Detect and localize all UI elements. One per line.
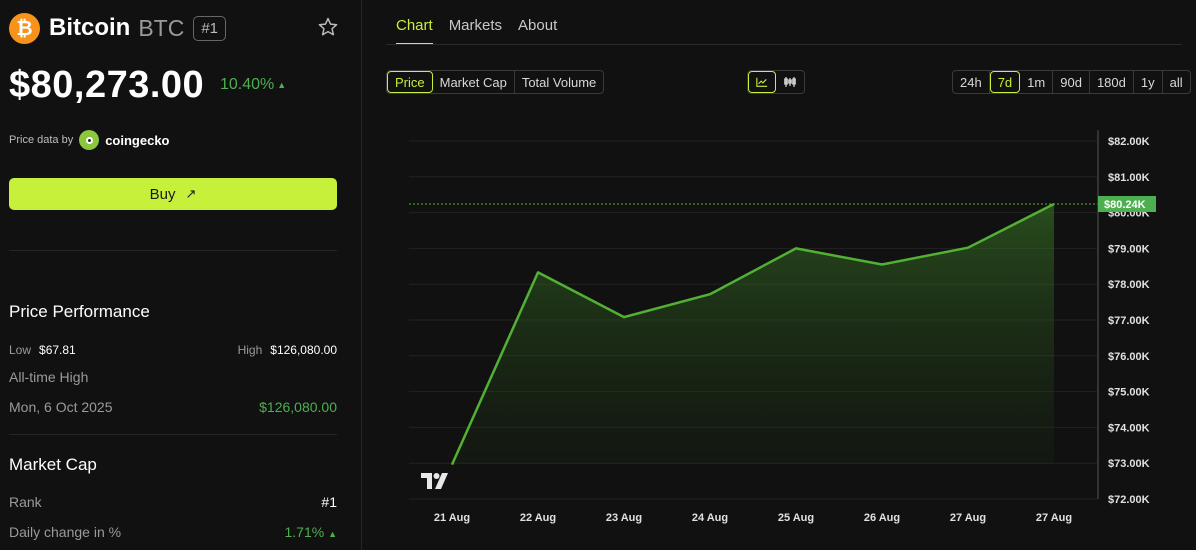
rank-badge: #1 <box>193 15 227 41</box>
range-180d[interactable]: 180d <box>1090 71 1134 93</box>
price-area-fill <box>452 204 1054 465</box>
tabs-underline <box>386 44 1182 45</box>
range-7d[interactable]: 7d <box>989 71 1021 93</box>
ath-row: All-time High <box>9 369 337 385</box>
market-cap-title: Market Cap <box>9 455 97 474</box>
coin-info-panel: ₿ Bitcoin BTC #1 $80,273.00 10.40% ▲ Pric… <box>0 0 362 550</box>
tradingview-logo-icon <box>421 472 453 495</box>
daily-change-number: 1.71% <box>284 524 325 540</box>
range-all[interactable]: all <box>1163 71 1190 93</box>
candlestick-chart-icon[interactable] <box>776 71 804 93</box>
x-tick-label: 21 Aug <box>434 512 470 524</box>
metric-market-cap[interactable]: Market Cap <box>433 71 515 93</box>
range-90d[interactable]: 90d <box>1053 71 1090 93</box>
metric-selector: Price Market Cap Total Volume <box>386 70 605 94</box>
tab-about[interactable]: About <box>518 17 557 45</box>
low-value: $67.81 <box>39 343 76 357</box>
chart-tabs: Chart Markets About <box>396 17 573 45</box>
range-1m[interactable]: 1m <box>1020 71 1054 93</box>
price-data-source: Price data by coingecko <box>9 130 170 150</box>
price-chart[interactable]: $82.00K$81.00K$80.00K$79.00K$78.00K$77.0… <box>409 120 1196 550</box>
y-tick-label: $76.00K <box>1108 351 1150 363</box>
price-change: 10.40% ▲ <box>220 76 286 94</box>
ath-value: $126,080.00 <box>259 399 337 415</box>
up-arrow-icon: ▲ <box>277 80 287 90</box>
current-price: $80,273.00 <box>9 64 205 106</box>
x-tick-label: 24 Aug <box>692 512 728 524</box>
y-tick-label: $73.00K <box>1108 458 1150 470</box>
chart-type-selector <box>747 70 805 94</box>
y-tick-label: $72.00K <box>1108 494 1150 506</box>
metric-price[interactable]: Price <box>387 71 433 93</box>
coingecko-logo-icon <box>79 130 100 150</box>
rank-value: #1 <box>321 494 337 510</box>
current-price-tag-label: $80.24K <box>1104 199 1146 211</box>
divider <box>9 250 337 251</box>
daily-change-value: 1.71% ▲ <box>284 524 337 540</box>
up-arrow-icon: ▲ <box>328 529 337 539</box>
ath-date: Mon, 6 Oct 2025 <box>9 399 113 415</box>
price-data-label: Price data by <box>9 134 74 146</box>
coin-ticker: BTC <box>138 14 185 41</box>
coin-name: Bitcoin <box>49 14 131 41</box>
x-tick-label: 25 Aug <box>778 512 814 524</box>
range-selector: 24h 7d 1m 90d 180d 1y all <box>952 70 1191 94</box>
external-arrow-icon: ↗ <box>185 186 197 201</box>
daily-change-row: Daily change in % 1.71% ▲ <box>9 524 337 540</box>
low-label: Low <box>9 343 32 357</box>
buy-button-label: Buy <box>149 185 176 203</box>
x-tick-label: 27 Aug <box>950 512 986 524</box>
y-tick-label: $79.00K <box>1108 243 1150 255</box>
y-tick-label: $78.00K <box>1108 279 1150 291</box>
y-tick-label: $77.00K <box>1108 315 1150 327</box>
rank-row: Rank #1 <box>9 494 337 510</box>
coingecko-name[interactable]: coingecko <box>105 133 169 148</box>
rank-label: Rank <box>9 494 42 510</box>
bitcoin-logo-icon: ₿ <box>9 12 40 44</box>
divider <box>9 434 337 435</box>
tab-chart[interactable]: Chart <box>396 17 433 45</box>
x-tick-label: 22 Aug <box>520 512 556 524</box>
metric-total-volume[interactable]: Total Volume <box>515 71 603 93</box>
range-1y[interactable]: 1y <box>1134 71 1163 93</box>
ath-label: All-time High <box>9 369 89 385</box>
y-tick-label: $82.00K <box>1108 136 1150 148</box>
x-tick-label: 27 Aug <box>1036 512 1072 524</box>
star-icon[interactable] <box>317 16 339 38</box>
price-change-value: 10.40% <box>220 76 275 93</box>
x-tick-label: 26 Aug <box>864 512 900 524</box>
y-tick-label: $75.00K <box>1108 387 1150 399</box>
buy-button[interactable]: Buy ↗ <box>9 178 337 210</box>
coin-header: ₿ Bitcoin BTC #1 <box>9 11 339 45</box>
range-24h[interactable]: 24h <box>953 71 990 93</box>
high-label: High <box>237 343 263 357</box>
y-tick-label: $81.00K <box>1108 172 1150 184</box>
low-high-row: Low $67.81 High $126,080.00 <box>9 341 337 357</box>
line-chart-icon[interactable] <box>748 71 776 93</box>
y-tick-label: $74.00K <box>1108 422 1150 434</box>
tab-markets[interactable]: Markets <box>449 17 502 45</box>
high-value: $126,080.00 <box>270 343 337 357</box>
x-tick-label: 23 Aug <box>606 512 642 524</box>
daily-change-label: Daily change in % <box>9 524 122 540</box>
ath-date-row: Mon, 6 Oct 2025 $126,080.00 <box>9 399 337 415</box>
price-performance-title: Price Performance <box>9 302 150 321</box>
